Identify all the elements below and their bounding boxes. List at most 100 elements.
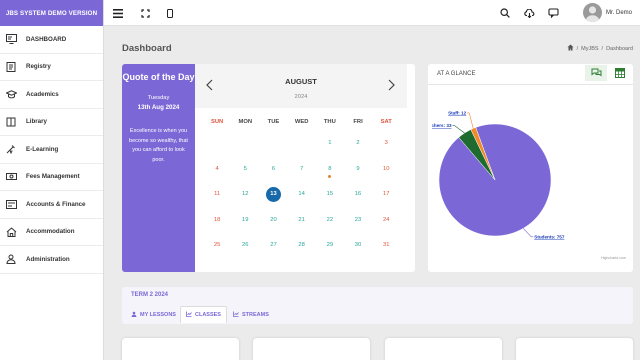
sidebar-item-label: Accommodation: [26, 228, 75, 236]
calendar-day[interactable]: 4: [203, 165, 231, 191]
tab-streams[interactable]: STREAMS: [228, 306, 274, 323]
messages-icon[interactable]: [546, 6, 560, 20]
calendar-day[interactable]: 29: [316, 241, 344, 267]
calendar-day[interactable]: 26: [231, 241, 259, 267]
tab-my-lessons[interactable]: MY LESSONS: [126, 306, 181, 323]
calendar-day[interactable]: 3: [372, 139, 400, 165]
sidebar-item-library[interactable]: Library: [0, 109, 103, 136]
calendar-day[interactable]: 20: [259, 216, 287, 242]
calendar-day[interactable]: 13: [259, 187, 287, 216]
calendar-day[interactable]: 23: [344, 216, 372, 242]
calendar-empty-cell: [203, 139, 231, 165]
day-number: 23: [354, 216, 362, 223]
sidebar-item-dashboard[interactable]: DASHBOARD: [0, 26, 103, 54]
day-number: 22: [326, 216, 334, 223]
calendar-day[interactable]: 14: [288, 190, 316, 216]
calendar-day[interactable]: 7: [288, 165, 316, 191]
calendar-day[interactable]: 9: [344, 165, 372, 191]
zoom-search-icon[interactable]: [498, 6, 512, 20]
tab-label: CLASSES: [195, 312, 221, 318]
calendar-day[interactable]: 16: [344, 190, 372, 216]
sidebar-item-label: DASHBOARD: [26, 35, 67, 43]
calendar-day[interactable]: 21: [288, 216, 316, 242]
day-number: 20: [270, 216, 277, 223]
day-number: 6: [271, 165, 276, 172]
cloud-icon[interactable]: [522, 6, 536, 20]
calendar-day[interactable]: 1: [316, 139, 344, 165]
calendar-day[interactable]: 5: [231, 165, 259, 191]
calendar-day[interactable]: 17: [372, 190, 400, 216]
tab-label: STREAMS: [242, 311, 269, 318]
chart-icon: [233, 311, 239, 319]
registry-icon: [5, 61, 17, 73]
day-number: 29: [326, 242, 334, 248]
day-number: 8: [328, 165, 332, 172]
class-card[interactable]: [385, 338, 502, 360]
day-number: 31: [382, 242, 390, 248]
spreadsheet-icon[interactable]: [609, 65, 631, 81]
sidebar-item-administration[interactable]: Administration: [0, 246, 103, 274]
breadcrumb-sep: /: [576, 45, 579, 52]
class-card[interactable]: [253, 338, 370, 360]
sidebar-item-finance[interactable]: Accounts & Finance: [0, 191, 103, 219]
tab-label: MY LESSONS: [140, 311, 176, 318]
user-menu[interactable]: Mr. Demo: [582, 3, 632, 22]
academics-icon: [5, 88, 17, 100]
sidebar-item-fees[interactable]: Fees Management: [0, 164, 103, 191]
fullscreen-icon[interactable]: [138, 6, 152, 20]
term-panel: TERM 2 2024 MY LESSONS CLASSES STREAMS: [122, 287, 633, 324]
class-card[interactable]: [516, 338, 633, 360]
user-icon: [131, 311, 137, 319]
quote-of-the-day: Quote of the Day Tuesday 13th Aug 2024 E…: [122, 64, 195, 272]
sidebar-item-elearning[interactable]: E-Learning: [0, 136, 103, 164]
calendar-day[interactable]: 22: [316, 216, 344, 242]
weekday-header: SAT: [380, 119, 392, 125]
sidebar-item-academics[interactable]: Academics: [0, 81, 103, 109]
pie-svg: Students: 757 Teachers: 33 Staff: 12 Highc…: [424, 110, 626, 260]
breadcrumb-link-myjbs[interactable]: MyJBS: [581, 46, 598, 52]
chat-icon[interactable]: [585, 65, 607, 81]
next-month-icon[interactable]: [385, 78, 397, 92]
day-number: 30: [354, 242, 362, 248]
calendar-day[interactable]: 24: [372, 216, 400, 242]
breadcrumb-current: Dashboard: [606, 45, 633, 52]
day-number: 2: [356, 140, 360, 146]
pie-data-label: Teachers: 33: [432, 123, 452, 128]
sidebar-item-registry[interactable]: Registry: [0, 54, 103, 81]
calendar-day[interactable]: 25: [203, 241, 231, 267]
calendar-day[interactable]: 2: [344, 139, 372, 165]
home-icon[interactable]: [567, 44, 574, 53]
calendar-day[interactable]: 15: [316, 190, 344, 216]
day-number: 11: [214, 191, 221, 197]
mobile-icon[interactable]: [163, 6, 177, 20]
calendar-day[interactable]: 31: [372, 241, 400, 267]
day-number: 19: [242, 216, 249, 223]
event-dot: [328, 174, 332, 178]
calendar-day[interactable]: 19: [231, 216, 259, 242]
calendar-day[interactable]: 8: [316, 165, 344, 191]
breadcrumb: / MyJBS / Dashboard: [567, 44, 633, 53]
tab-classes[interactable]: CLASSES: [180, 306, 227, 323]
calendar-day[interactable]: 28: [288, 241, 316, 267]
day-number: 7: [300, 165, 304, 172]
page-title: Dashboard: [122, 43, 172, 54]
glance-pie-chart: Students: 757 Teachers: 33 Staff: 12 Highc…: [424, 88, 630, 268]
sidebar-item-accommodation[interactable]: Accommodation: [0, 219, 103, 246]
calendar-day[interactable]: 11: [203, 190, 231, 216]
calendar-day[interactable]: 18: [203, 216, 231, 242]
day-number: 3: [384, 140, 388, 146]
sidebar-item-label: Registry: [26, 63, 51, 71]
sidebar-item-label: Library: [26, 118, 47, 126]
day-number: 9: [356, 165, 360, 172]
calendar-day[interactable]: 30: [344, 241, 372, 267]
sidebar-item-label: E-Learning: [26, 145, 59, 153]
day-number: 5: [243, 165, 247, 172]
menu-toggle-icon[interactable]: [111, 6, 125, 20]
quote-title: Quote of the Day: [122, 72, 195, 82]
calendar-day[interactable]: 10: [372, 165, 400, 191]
chart-icon: [186, 311, 192, 319]
calendar-month: AUGUST: [285, 77, 317, 86]
calendar-day[interactable]: 27: [259, 241, 287, 267]
class-card[interactable]: [122, 338, 239, 360]
calendar-day[interactable]: 12: [231, 190, 259, 216]
